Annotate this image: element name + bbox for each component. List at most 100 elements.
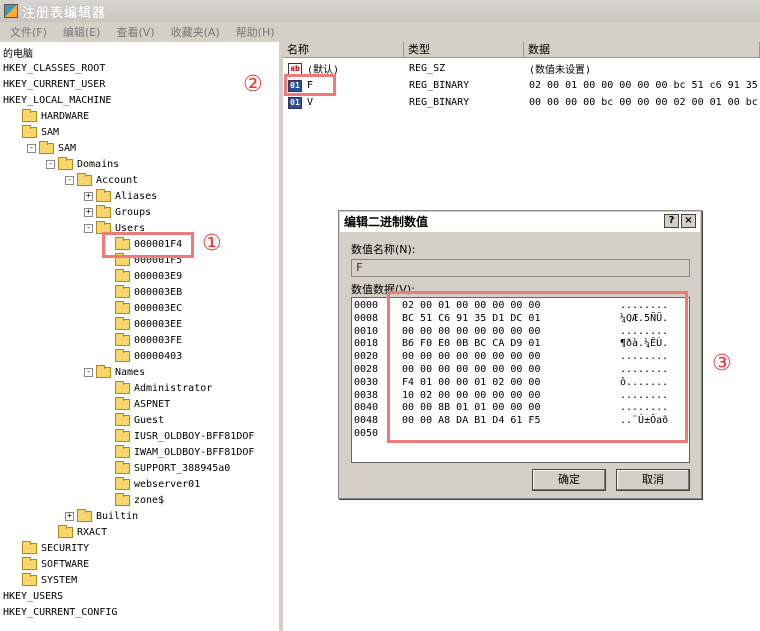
- help-button[interactable]: ?: [664, 214, 679, 228]
- tree-node[interactable]: 000003EC: [103, 300, 182, 316]
- tree-node-label: IWAM_OLDBOY-BFF81DOF: [134, 446, 255, 458]
- tree-node[interactable]: zone$: [103, 492, 164, 508]
- tree-node[interactable]: + Groups: [84, 204, 151, 220]
- column-data[interactable]: 数据: [524, 42, 760, 58]
- tree-node-label: SUPPORT_388945a0: [134, 462, 231, 474]
- tree-node[interactable]: + Aliases: [84, 188, 157, 204]
- tree-node[interactable]: - Domains: [46, 156, 119, 172]
- tree-node-label: Names: [115, 366, 146, 378]
- menu-file[interactable]: 文件(F): [10, 24, 47, 40]
- menu-view[interactable]: 查看(V): [116, 24, 154, 40]
- registry-tree[interactable]: 的电脑 HKEY_CLASSES_ROOT HKEY_CURRENT_USER HKE…: [0, 42, 280, 631]
- folder-icon: [22, 124, 37, 138]
- tree-node-label: zone$: [134, 494, 165, 506]
- window-title: 注册表编辑器: [22, 5, 107, 21]
- hex-offset: 0040: [354, 402, 379, 414]
- tree-node[interactable]: SYSTEM: [10, 572, 77, 588]
- tree-node[interactable]: SOFTWARE: [10, 556, 89, 572]
- value-name: V: [307, 97, 314, 108]
- menu-edit[interactable]: 编辑(E): [63, 24, 101, 40]
- hex-offset: 0018: [354, 338, 379, 350]
- folder-icon: [58, 156, 73, 170]
- tree-node[interactable]: Guest: [103, 412, 164, 428]
- folder-icon: [22, 540, 37, 554]
- tree-node[interactable]: HKEY_CURRENT_USER: [3, 76, 105, 92]
- collapse-icon[interactable]: -: [84, 367, 93, 377]
- menu-favorites[interactable]: 收藏夹(A): [171, 24, 220, 40]
- regedit-icon: [4, 4, 18, 18]
- highlight-value-F: [284, 74, 336, 96]
- hex-offset: 0008: [354, 312, 379, 324]
- tree-node[interactable]: 000003EB: [103, 284, 182, 300]
- hex-offset: 0038: [354, 389, 379, 401]
- tree-node[interactable]: 00000403: [103, 348, 182, 364]
- tree-node[interactable]: HKEY_CLASSES_ROOT: [3, 60, 105, 76]
- tree-node[interactable]: RXACT: [46, 524, 107, 540]
- tree-node-label: Account: [96, 174, 139, 186]
- hex-offset: 0030: [354, 376, 379, 388]
- folder-icon: [115, 300, 130, 314]
- collapse-icon[interactable]: -: [27, 143, 36, 153]
- tree-node[interactable]: Administrator: [103, 380, 212, 396]
- value-row[interactable]: 01 V REG_BINARY 00 00 00 00 bc 00 00 00 02 …: [283, 94, 760, 111]
- column-type[interactable]: 类型: [404, 42, 524, 58]
- tree-node[interactable]: HKEY_LOCAL_MACHINE: [3, 92, 111, 108]
- column-name[interactable]: 名称: [283, 42, 404, 58]
- value-row[interactable]: ab (默认) REG_SZ (数值未设置): [283, 60, 760, 77]
- cancel-button[interactable]: 取消: [616, 469, 690, 491]
- value-name-label: 数值名称(N):: [351, 243, 416, 256]
- tree-node[interactable]: 的电脑: [3, 44, 33, 60]
- tree-node[interactable]: 000003EE: [103, 316, 182, 332]
- tree-node[interactable]: IWAM_OLDBOY-BFF81DOF: [103, 444, 254, 460]
- folder-icon: [22, 556, 37, 570]
- value-row[interactable]: 01 F REG_BINARY 02 00 01 00 00 00 00 00 bc …: [283, 77, 760, 94]
- tree-node[interactable]: SECURITY: [10, 540, 89, 556]
- tree-node-label: HKEY_LOCAL_MACHINE: [3, 94, 112, 106]
- tree-node[interactable]: 000003FE: [103, 332, 182, 348]
- expand-icon[interactable]: +: [65, 511, 74, 521]
- tree-node[interactable]: SAM: [10, 124, 59, 140]
- folder-icon: [115, 348, 130, 362]
- menu-help[interactable]: 帮助(H): [236, 24, 275, 40]
- tree-node[interactable]: webserver01: [103, 476, 200, 492]
- tree-node[interactable]: + Builtin: [65, 508, 138, 524]
- tree-node[interactable]: ASPNET: [103, 396, 170, 412]
- tree-node[interactable]: - SAM: [27, 140, 76, 156]
- folder-icon: [115, 412, 130, 426]
- tree-node[interactable]: - Names: [84, 364, 145, 380]
- value-name-field: F: [351, 259, 690, 277]
- tree-node-label: 的电脑: [3, 48, 33, 60]
- collapse-icon[interactable]: -: [65, 175, 74, 185]
- folder-icon: [115, 380, 130, 394]
- annotation-1: ①: [202, 231, 222, 256]
- collapse-icon[interactable]: -: [84, 223, 93, 233]
- folder-icon: [39, 140, 54, 154]
- folder-icon: [115, 332, 130, 346]
- folder-icon: [115, 284, 130, 298]
- tree-node[interactable]: 000003E9: [103, 268, 182, 284]
- annotation-3: ③: [712, 351, 732, 376]
- expand-icon[interactable]: +: [84, 191, 93, 201]
- folder-icon: [115, 268, 130, 282]
- tree-node[interactable]: - Account: [65, 172, 138, 188]
- value-data: (数值未设置): [529, 65, 592, 76]
- tree-node-label: HKEY_CURRENT_USER: [3, 78, 106, 90]
- ok-button[interactable]: 确定: [532, 469, 606, 491]
- tree-node-label: Domains: [77, 158, 120, 170]
- value-type: REG_BINARY: [409, 80, 470, 91]
- tree-node[interactable]: HARDWARE: [10, 108, 89, 124]
- collapse-icon[interactable]: -: [46, 159, 55, 169]
- tree-node-label: ASPNET: [134, 398, 171, 410]
- close-button[interactable]: ×: [681, 214, 696, 228]
- value-type: REG_BINARY: [409, 97, 470, 108]
- expand-icon[interactable]: +: [84, 207, 93, 217]
- title-bar: 注册表编辑器: [0, 0, 760, 22]
- tree-node[interactable]: IUSR_OLDBOY-BFF81DOF: [103, 428, 254, 444]
- tree-node[interactable]: HKEY_CURRENT_CONFIG: [3, 604, 117, 620]
- tree-node-label: HKEY_CLASSES_ROOT: [3, 62, 106, 74]
- tree-node-label: Aliases: [115, 190, 158, 202]
- tree-node[interactable]: HKEY_USERS: [3, 588, 63, 604]
- tree-node-label: HKEY_USERS: [3, 590, 64, 602]
- binary-value-icon: 01: [288, 96, 302, 109]
- tree-node[interactable]: SUPPORT_388945a0: [103, 460, 230, 476]
